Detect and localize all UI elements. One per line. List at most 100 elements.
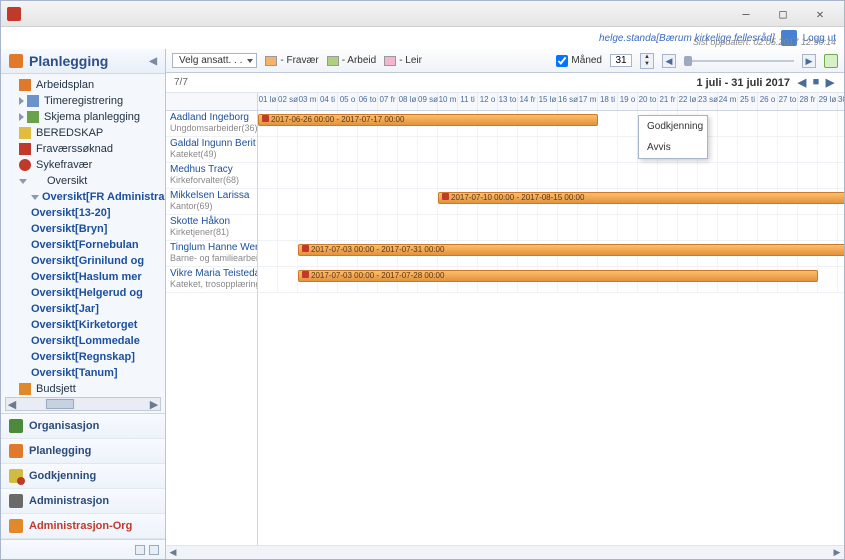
absence-bar[interactable]: 2017-06-26 00:00 - 2017-07-17 00:00: [258, 114, 598, 126]
refresh-button[interactable]: [824, 54, 838, 68]
day-cell: 30 sø: [838, 93, 844, 110]
employee-name: Aadland Ingeborg: [170, 112, 253, 123]
lock-icon: [302, 271, 309, 278]
day-cell: 16 sø: [558, 93, 578, 110]
maximize-button[interactable]: □: [765, 3, 801, 25]
next-arrow[interactable]: ▶: [802, 54, 816, 68]
days-input[interactable]: [610, 54, 632, 67]
prev-arrow[interactable]: ◀: [662, 54, 676, 68]
employee-name-cell[interactable]: Mikkelsen LarissaKantor(69): [166, 189, 257, 215]
absence-bar[interactable]: 2017-07-10 00:00 - 2017-08-15 00:00: [438, 192, 844, 204]
sidebar-item-label: Timeregistrering: [44, 95, 123, 107]
sidebar-item[interactable]: Oversikt[Haslum mer: [1, 269, 165, 285]
day-cell: 10 m: [438, 93, 458, 110]
app-icon: [7, 7, 21, 21]
period-stop-icon[interactable]: ■: [810, 76, 822, 89]
cal-icon: [19, 79, 31, 91]
sidebar-title: Planlegging ◀: [1, 49, 165, 74]
sidebar-item[interactable]: Fraværssøknad: [1, 141, 165, 157]
employee-name-cell[interactable]: Tinglum Hanne WennbergBarne- og familiea…: [166, 241, 257, 267]
sidebar-item[interactable]: Oversikt[Kirketorget: [1, 317, 165, 333]
sidebar-item[interactable]: Skjema planlegging: [1, 109, 165, 125]
scroll-left-icon[interactable]: ◀: [6, 398, 18, 411]
sidebar-item[interactable]: Timeregistrering: [1, 93, 165, 109]
sidebar-collapse-icon[interactable]: ◀: [149, 56, 157, 67]
employee-role: Kirketjener(81): [170, 227, 229, 237]
day-cell: 23 sø: [698, 93, 718, 110]
bar-label: 2017-07-03 00:00 - 2017-07-28 00:00: [311, 271, 444, 280]
sidebar-item[interactable]: Oversikt[Helgerud og: [1, 285, 165, 301]
scroll-thumb[interactable]: [46, 399, 74, 409]
sidebar-item-label: Oversikt[Kirketorget: [31, 319, 137, 331]
month-checkbox[interactable]: [556, 55, 568, 67]
content-area: Velg ansatt. . . - Fravær - Arbeid - Lei…: [166, 49, 844, 559]
footer-btn-1[interactable]: [135, 545, 145, 555]
nav-item-adminorg[interactable]: Administrasjon-Org: [1, 514, 165, 539]
bscroll-left-icon[interactable]: ◀: [166, 547, 180, 558]
sidebar-item[interactable]: Oversikt[Fornebulan: [1, 237, 165, 253]
day-cell: 09 sø: [418, 93, 438, 110]
zoom-slider[interactable]: [684, 55, 794, 67]
employee-name-cell[interactable]: Vikre Maria TeistedalKateket, trosopplær…: [166, 267, 257, 293]
period-prev-icon[interactable]: ◀: [796, 76, 808, 89]
day-cell: 03 m: [298, 93, 318, 110]
org-icon: [9, 419, 23, 433]
day-cell: 22 lø: [678, 93, 698, 110]
nav-item-god[interactable]: Godkjenning: [1, 464, 165, 489]
day-cell: 19 o: [618, 93, 638, 110]
sidebar-item-label: Skjema planlegging: [44, 111, 140, 123]
month-check[interactable]: Måned: [556, 55, 602, 67]
employee-select[interactable]: Velg ansatt. . .: [172, 53, 257, 68]
minimize-button[interactable]: —: [728, 3, 764, 25]
gantt-container: Aadland IngeborgUngdomsarbeider(36)Galda…: [166, 93, 844, 545]
sidebar-item-label: Sykefravær: [36, 159, 92, 171]
sidebar-item[interactable]: Arbeidsplan: [1, 77, 165, 93]
bottom-scrollbar[interactable]: ◀ ▶: [166, 545, 844, 559]
sidebar-footer: [1, 539, 165, 559]
chart-column[interactable]: 01 lø02 sø03 m04 ti05 o06 to07 fr08 lø09…: [258, 93, 844, 545]
sidebar-item[interactable]: Oversikt[Regnskap]: [1, 349, 165, 365]
nav-item-plan[interactable]: Planlegging: [1, 439, 165, 464]
sidebar-item[interactable]: Oversikt[Tanum]: [1, 365, 165, 381]
absence-bar[interactable]: 2017-07-03 00:00 - 2017-07-31 00:00: [298, 244, 844, 256]
absence-bar[interactable]: 2017-07-03 00:00 - 2017-07-28 00:00: [298, 270, 818, 282]
employee-name-cell[interactable]: Galdal Ingunn BeritKateket(49): [166, 137, 257, 163]
context-reject[interactable]: Avvis: [639, 137, 707, 158]
footer-btn-2[interactable]: [149, 545, 159, 555]
employee-name-cell[interactable]: Aadland IngeborgUngdomsarbeider(36): [166, 111, 257, 137]
close-button[interactable]: ✕: [802, 3, 838, 25]
sidebar-item[interactable]: Oversikt[FR Administras: [1, 189, 165, 205]
chart-rows: 2017-06-26 00:00 - 2017-07-17 00:00 2017-…: [258, 111, 844, 293]
context-approve[interactable]: Godkjenning: [639, 116, 707, 137]
sidebar-item[interactable]: Oversikt[Lommedale: [1, 333, 165, 349]
nav-item-org[interactable]: Organisasjon: [1, 414, 165, 439]
sidebar-tree: Arbeidsplan Timeregistrering Skjema planle…: [1, 74, 165, 395]
day-cell: 13 to: [498, 93, 518, 110]
bar-label: 2017-07-03 00:00 - 2017-07-31 00:00: [311, 245, 444, 254]
sidebar-item-label: Oversikt[Grinilund og: [31, 255, 144, 267]
sidebar-hscroll[interactable]: ◀ ▶: [5, 397, 161, 411]
day-cell: 04 ti: [318, 93, 338, 110]
clock-icon: [27, 95, 39, 107]
days-stepper[interactable]: ▲ ▼: [640, 53, 654, 69]
sidebar-item[interactable]: Oversikt[Bryn]: [1, 221, 165, 237]
folder-icon: [19, 127, 31, 139]
red-icon: [19, 143, 31, 155]
employee-name-cell[interactable]: Medhus TracyKirkeforvalter(68): [166, 163, 257, 189]
sidebar-item[interactable]: Oversikt: [1, 173, 165, 189]
sidebar-item[interactable]: Oversikt[Grinilund og: [1, 253, 165, 269]
main-area: Planlegging ◀ Arbeidsplan Timeregistrerin…: [1, 49, 844, 559]
period-next-icon[interactable]: ▶: [824, 76, 836, 89]
sidebar-item[interactable]: BEREDSKAP: [1, 125, 165, 141]
bscroll-right-icon[interactable]: ▶: [830, 547, 844, 558]
scroll-right-icon[interactable]: ▶: [148, 398, 160, 411]
sidebar-item[interactable]: Sykefravær: [1, 157, 165, 173]
nav-item-admin[interactable]: Administrasjon: [1, 489, 165, 514]
sidebar-item[interactable]: Oversikt[Jar]: [1, 301, 165, 317]
sidebar-item[interactable]: Oversikt[13-20]: [1, 205, 165, 221]
step-down-icon[interactable]: ▼: [641, 61, 653, 68]
step-up-icon[interactable]: ▲: [641, 54, 653, 61]
subheader: 7/7 1 juli - 31 juli 2017 ◀ ■ ▶: [166, 73, 844, 93]
employee-name-cell[interactable]: Skotte HåkonKirketjener(81): [166, 215, 257, 241]
sidebar-item[interactable]: Budsjett: [1, 381, 165, 395]
